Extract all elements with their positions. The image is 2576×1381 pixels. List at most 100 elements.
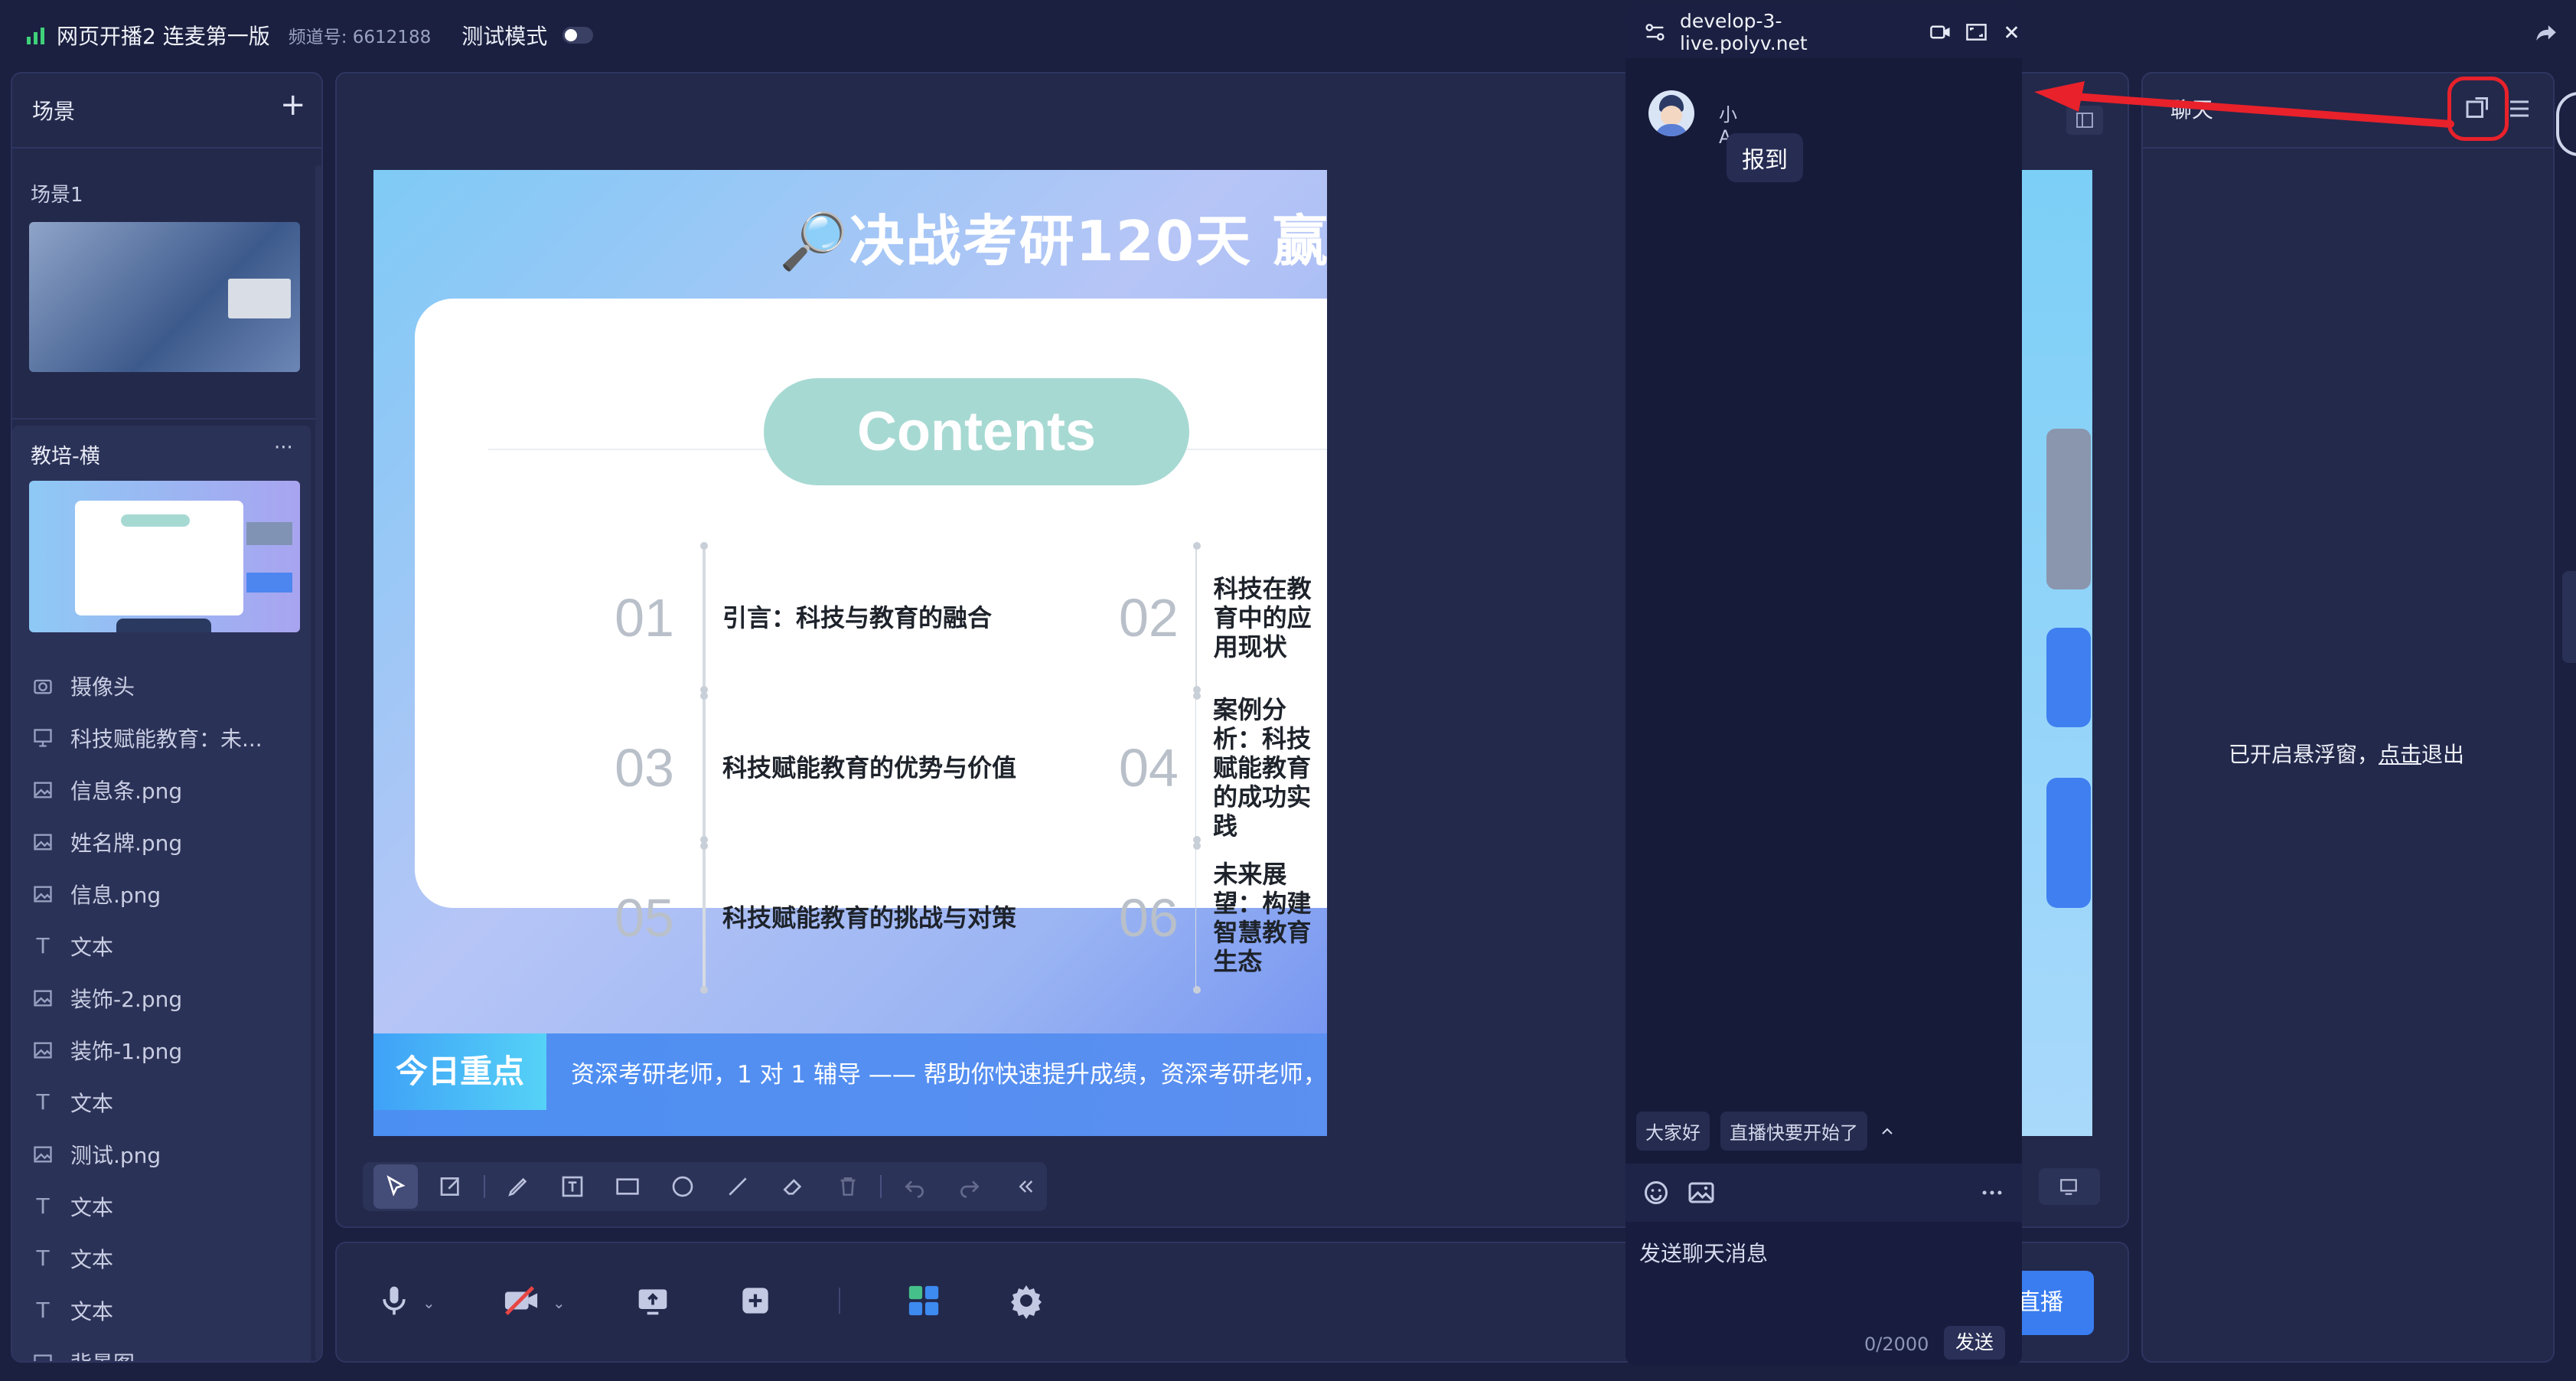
image-icon [32, 779, 54, 801]
layer-item[interactable]: T 文本 [32, 1232, 308, 1285]
chat-tools [1625, 1164, 2022, 1222]
redo-icon[interactable] [947, 1164, 992, 1209]
screen-share-icon[interactable] [626, 1274, 680, 1327]
slide-canvas[interactable]: 🔎决战考研120天 赢在培训起跑线 Contents 01引言：科技与教育的融合… [373, 170, 1327, 1136]
delete-tool-icon[interactable] [826, 1164, 870, 1209]
share-icon[interactable] [2533, 20, 2559, 46]
pen-tool-icon[interactable] [496, 1164, 540, 1209]
edit-tool-icon[interactable] [429, 1164, 473, 1209]
popup-url: develop-3-live.polyv.net [1679, 10, 1808, 54]
image-upload-icon[interactable] [1687, 1179, 1716, 1206]
emoji-icon[interactable] [1642, 1179, 1670, 1206]
drawing-toolbar [363, 1162, 1047, 1211]
annotation-arrow [2034, 81, 2454, 128]
annotation-circle [2447, 77, 2509, 141]
scrollbar[interactable] [315, 165, 321, 1360]
layer-item[interactable]: 装饰-2.png [32, 972, 308, 1024]
microphone-icon[interactable] [367, 1274, 421, 1327]
channel-id: 频道号: 6612188 [288, 28, 432, 47]
text-tool-icon[interactable] [550, 1164, 595, 1209]
more-icon[interactable] [1979, 1180, 2005, 1206]
text-icon: T [36, 1246, 50, 1271]
content-row: 02 科技在教育中的应用现状 [1119, 542, 1327, 694]
test-mode-label: 测试模式 [461, 24, 548, 49]
circle-tool-icon[interactable] [660, 1164, 705, 1209]
layer-item[interactable]: 信息条.png [32, 764, 308, 816]
add-source-icon[interactable] [729, 1274, 782, 1327]
message-bubble: 报到 [1727, 133, 1803, 182]
line-tool-icon[interactable] [716, 1164, 760, 1209]
image-icon [32, 988, 54, 1009]
content-row: 03 科技赋能教育的优势与价值 [603, 692, 1016, 844]
quick-reply-chip[interactable]: 直播快要开始了 [1720, 1112, 1867, 1151]
text-icon: T [36, 1193, 50, 1219]
eraser-tool-icon[interactable] [771, 1164, 815, 1209]
image-icon [32, 1352, 54, 1361]
content-row: 04 案例分析：科技赋能教育的成功实践 [1119, 692, 1312, 844]
content-row: 01 引言：科技与教育的融合 [603, 542, 992, 694]
collapse-toolbar-icon[interactable] [1003, 1164, 1047, 1209]
layer-item[interactable]: 测试.png [32, 1128, 308, 1180]
layer-item[interactable]: T 文本 [32, 1285, 308, 1337]
image-icon [32, 1144, 54, 1165]
chat-input[interactable]: 发送聊天消息 0/2000 发送 [1625, 1222, 2022, 1366]
menu-icon[interactable] [2506, 95, 2533, 122]
floating-chat-window: develop-3-live.polyv.net 小A 报到 大家好 直播快要开… [1625, 6, 2022, 1366]
contents-heading: Contents [764, 378, 1189, 485]
chat-input-placeholder: 发送聊天消息 [1639, 1241, 1769, 1266]
apps-icon[interactable] [897, 1274, 951, 1327]
image-icon [32, 831, 54, 853]
text-icon: T [36, 1298, 50, 1323]
settings-gear-icon[interactable] [999, 1274, 1053, 1327]
expand-icon[interactable] [1965, 21, 1987, 44]
chat-panel [2141, 72, 2555, 1363]
camera-dropdown-icon[interactable]: ⌄ [553, 1294, 566, 1312]
today-focus-tag: 今日重点 [373, 1033, 546, 1110]
camera-off-icon[interactable] [494, 1274, 548, 1327]
image-icon [32, 1040, 54, 1061]
rectangle-tool-icon[interactable] [605, 1164, 650, 1209]
content-row: 05 科技赋能教育的挑战与对策 [603, 842, 1016, 994]
char-counter: 0/2000 [1864, 1334, 1929, 1355]
send-button[interactable]: 发送 [1944, 1326, 2005, 1360]
undo-icon[interactable] [892, 1164, 937, 1209]
avatar [1648, 90, 1694, 136]
quick-replies: 大家好 直播快要开始了 [1636, 1112, 1896, 1151]
screen-mode-button[interactable] [2039, 1168, 2100, 1205]
site-settings-icon[interactable] [1644, 21, 1666, 44]
layer-item[interactable]: 背景图 [32, 1337, 308, 1361]
add-scene-button[interactable]: + [280, 87, 306, 122]
layer-item[interactable]: 科技赋能教育：未... [32, 712, 308, 764]
select-tool-icon[interactable] [373, 1164, 418, 1209]
doc-thumbnail[interactable] [29, 481, 300, 632]
quick-reply-chip[interactable]: 大家好 [1636, 1112, 1710, 1151]
layer-item[interactable]: 信息.png [32, 868, 308, 920]
layer-item[interactable]: T 文本 [32, 1076, 308, 1128]
scene-1-thumbnail[interactable] [29, 222, 300, 372]
ticker-text: 资深考研老师，1 对 1 辅导 —— 帮助你快速提升成绩，资深考研老师，1 对 … [571, 1061, 1327, 1089]
scene-panel-title: 场景 [32, 99, 76, 124]
brand: 网页开播2 连麦第一版 频道号: 6612188 测试模式 [26, 20, 594, 51]
layer-item[interactable]: T 文本 [32, 920, 308, 972]
layer-list: 摄像头 科技赋能教育：未... 信息条.png 姓名牌.png 信息.png T… [32, 660, 308, 1361]
chat-message: 小A 报到 [1648, 90, 1803, 182]
video-icon[interactable] [1929, 21, 1952, 44]
content-row: 06 未来展望：构建智慧教育生态 [1119, 842, 1327, 994]
app-name: 网页开播2 连麦第一版 [57, 24, 270, 49]
layer-item[interactable]: 摄像头 [32, 660, 308, 712]
close-icon[interactable] [2001, 21, 2022, 43]
layer-item[interactable]: T 文本 [32, 1180, 308, 1232]
avatar-edge [2556, 92, 2576, 156]
slide-title: 🔎决战考研120天 赢在培训起跑线 [779, 209, 1327, 273]
layer-item[interactable]: 姓名牌.png [32, 816, 308, 868]
chevron-up-icon[interactable] [1878, 1122, 1896, 1141]
mic-dropdown-icon[interactable]: ⌄ [422, 1294, 435, 1312]
test-mode-toggle[interactable] [562, 27, 594, 44]
signal-icon [27, 28, 44, 44]
side-handle[interactable] [2562, 571, 2576, 663]
more-options-button[interactable]: ··· [274, 436, 293, 459]
exit-float-link[interactable]: 点击 [2379, 742, 2421, 767]
layer-item[interactable]: 装饰-1.png [32, 1024, 308, 1076]
popup-titlebar: develop-3-live.polyv.net [1625, 6, 2022, 58]
text-icon: T [36, 1089, 50, 1115]
